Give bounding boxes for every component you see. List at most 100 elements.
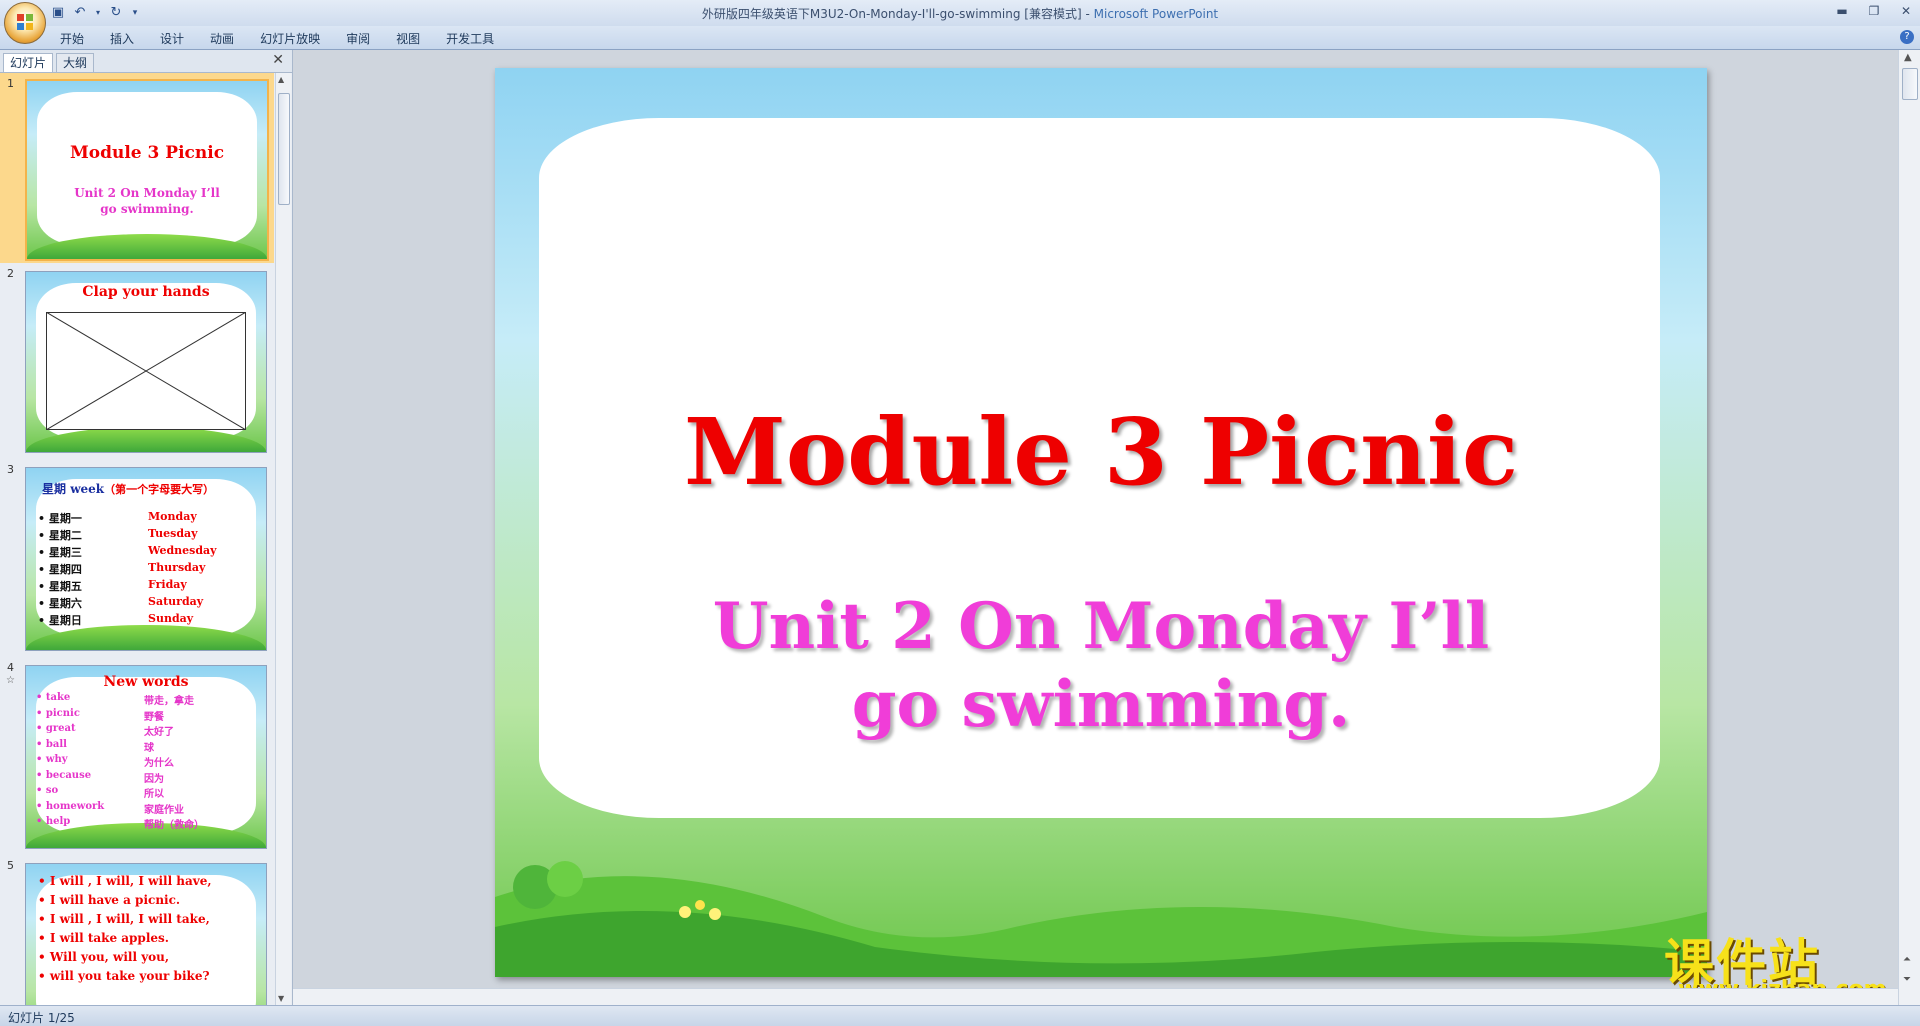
tab-outline[interactable]: 大纲 [56,53,95,72]
scroll-down-icon[interactable]: ▼ [278,994,284,1003]
slide-subtitle[interactable]: Unit 2 On Monday I’ll go swimming. [495,588,1707,744]
term: • 星期四 [38,563,82,576]
minimize-icon[interactable]: ▬ [1834,3,1850,19]
list-item: • help 帮助（救命） [36,816,260,832]
slide-number: 2 [7,267,14,280]
term: • so [36,785,59,796]
tab-insert[interactable]: 插入 [110,30,134,47]
term: • homework [36,800,105,812]
term: • 星期五 [38,580,82,593]
scroll-up-icon[interactable]: ▲ [278,75,284,84]
tab-slide-show[interactable]: 幻灯片放映 [260,30,320,47]
next-slide-icon[interactable]: ⏷ [1903,974,1911,985]
translation: 带走，拿走 [144,696,194,707]
chant-line: • will you take your bike? [38,969,210,983]
list-item: • 星期六 Saturday [38,595,258,612]
translation: Monday [148,510,197,523]
term: • why [36,754,68,765]
green-hills-image [495,861,1707,977]
thumbnail-slide-3[interactable]: 3 星期 week（第一个字母要大写） • 星期一 Monday • 星期二 Tues… [0,459,274,657]
weekday-list: • 星期一 Monday • 星期二 Tuesday • 星期三 Wednesday • 星… [38,510,258,629]
tab-design[interactable]: 设计 [160,30,184,47]
translation: Wednesday [148,544,217,557]
translation: 所以 [144,789,164,800]
list-item: • because 因为 [36,770,260,786]
thumbnail-slide-5[interactable]: 5 • I will , I will, I will have, • I wil… [0,855,274,1005]
list-item: • great 太好了 [36,723,260,739]
title-note: （第一个字母要大写） [104,483,215,496]
title-chinese: 星期 [42,482,67,496]
thumbnail-title: Module 3 Picnic [69,143,225,163]
list-item: • 星期日 Sunday [38,612,258,629]
pane-scrollbar[interactable]: ▲ ▼ [275,73,291,1005]
horizontal-scrollbar[interactable] [293,988,1898,1006]
chant-line: • I will , I will, I will have, [38,874,212,888]
term: • 星期一 [38,512,82,525]
slides-pane: 幻灯片 大纲 ✕ 1 Module 3 Picnic Unit 2 On Mon… [0,50,293,1005]
term: • help [36,816,71,827]
chant-line: • Will you, will you, [38,950,170,964]
list-item: • 星期二 Tuesday [38,527,258,544]
slide-number: 1 [7,77,14,90]
term: • because [36,769,92,781]
app-name: Microsoft PowerPoint [1093,7,1219,21]
thumbnail-slide-4[interactable]: 4 ☆ New words • take 带走，拿走 • picnic 野餐 • gre… [0,657,274,855]
window-title: 外研版四年级英语下M3U2-On-Monday-I'll-go-swimming… [0,5,1920,22]
list-item: • why 为什么 [36,754,260,770]
scroll-thumb[interactable] [1902,68,1918,100]
slide-number: 5 [7,859,14,872]
term: • 星期三 [38,546,82,559]
thumbnail-preview: 星期 week（第一个字母要大写） • 星期一 Monday • 星期二 Tuesda… [25,467,267,651]
thumbnail-title: New words [103,674,189,690]
thumbnail-preview: • I will , I will, I will have, • I will … [25,863,267,1005]
thumbnail-slide-1[interactable]: 1 Module 3 Picnic Unit 2 On Monday I’ll … [0,73,274,263]
tab-slides[interactable]: 幻灯片 [3,53,54,72]
term: • ball [36,738,67,750]
title-bar: ▣ ↶ ▾ ↻ ▾ 外研版四年级英语下M3U2-On-Monday-I'll-g… [0,0,1920,44]
slide-counter: 幻灯片 1/25 [8,1011,75,1025]
slide-number: 3 [7,463,14,476]
close-icon[interactable]: ✕ [1898,3,1914,19]
scroll-up-icon[interactable]: ▲ [1904,52,1912,63]
thumbnail-preview: New words • take 带走，拿走 • picnic 野餐 • great 太好… [25,665,267,849]
thumbnail-list: 1 Module 3 Picnic Unit 2 On Monday I’ll … [0,73,274,1005]
slide-title[interactable]: Module 3 Picnic [495,398,1707,506]
pane-tabs: 幻灯片 大纲 ✕ [0,50,292,73]
chant-line: • I will , I will, I will take, [38,912,210,926]
tab-animations[interactable]: 动画 [210,30,234,47]
restore-icon[interactable]: ❐ [1866,3,1882,19]
term: • 星期日 [38,614,82,627]
list-item: • picnic 野餐 [36,708,260,724]
thumbnail-slide-2[interactable]: 2 Clap your hands [0,263,274,459]
ribbon-tabs: 开始 插入 设计 动画 幻灯片放映 审阅 视图 开发工具 [60,30,520,47]
media-placeholder-icon [46,312,246,430]
tab-view[interactable]: 视图 [396,30,420,47]
translation: 家庭作业 [144,804,184,816]
translation: 因为 [144,773,164,785]
scroll-thumb[interactable] [278,93,290,205]
subtitle-line-2: go swimming. [851,667,1351,742]
translation: Friday [148,578,187,591]
slide-background [495,68,1707,977]
list-item: • 星期一 Monday [38,510,258,527]
help-icon[interactable]: ? [1900,30,1914,44]
current-slide[interactable]: Module 3 Picnic Unit 2 On Monday I’ll go… [495,68,1707,977]
chant-lines: • I will , I will, I will have, • I will … [38,874,258,988]
term: • picnic [36,707,80,719]
tab-home[interactable]: 开始 [60,30,84,47]
office-button[interactable] [4,2,46,44]
translation: Tuesday [148,527,198,540]
translation: 为什么 [144,758,174,769]
slide-number: 4 [7,661,14,674]
tab-developer[interactable]: 开发工具 [446,30,494,47]
list-item: • 星期四 Thursday [38,561,258,578]
tab-review[interactable]: 审阅 [346,30,370,47]
subtitle-line-1: Unit 2 On Monday I’ll [712,589,1490,664]
list-item: • homework 家庭作业 [36,801,260,817]
translation: 野餐 [144,711,164,723]
vertical-scrollbar[interactable]: ▲ ⏶ ⏷ [1898,50,1920,1005]
previous-slide-icon[interactable]: ⏶ [1903,954,1911,965]
close-pane-icon[interactable]: ✕ [272,52,284,68]
chant-line: • I will have a picnic. [38,893,181,907]
list-item: • ball 球 [36,739,260,755]
